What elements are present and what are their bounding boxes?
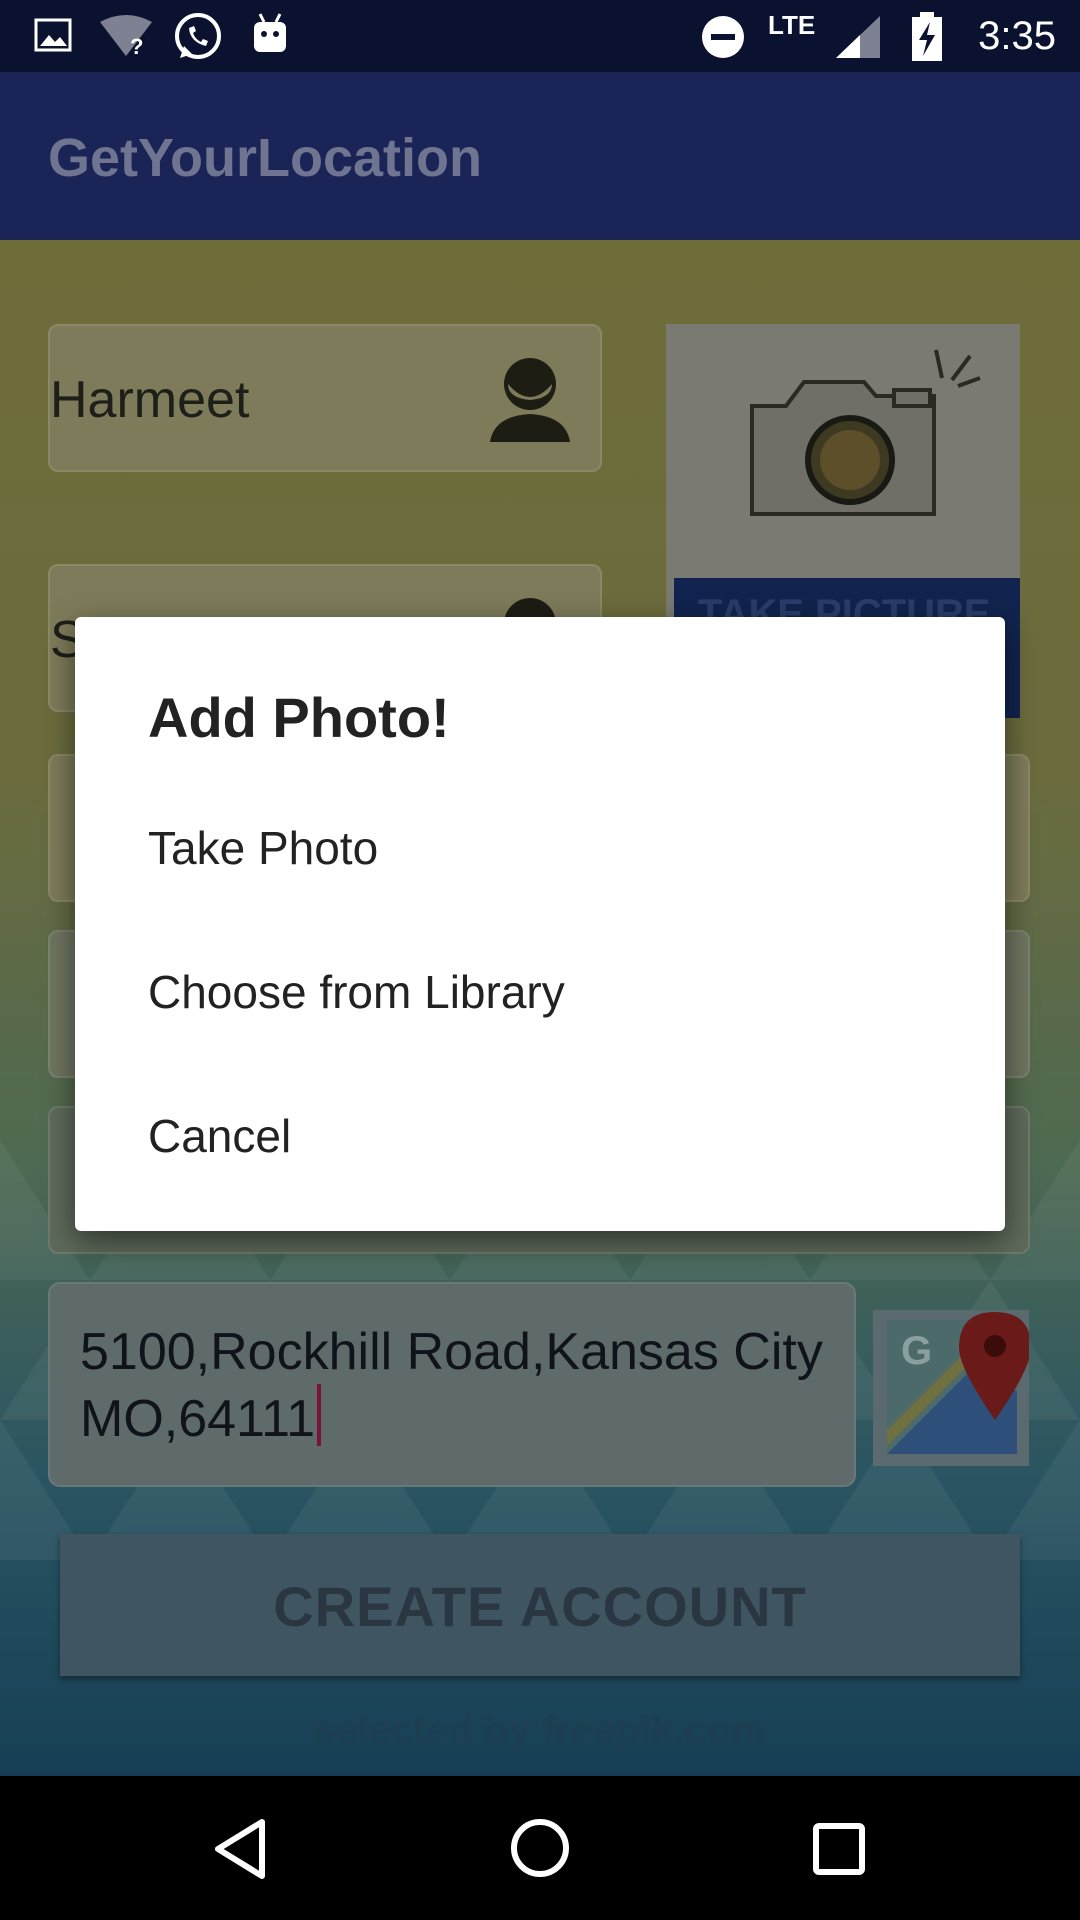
first-name-value: Harmeet [50,371,250,429]
address-line-2-text: MO,64111 [80,1390,316,1448]
status-bar: ? LTE 3:35 [0,0,1080,72]
option-choose-from-library[interactable]: Choose from Library [148,965,928,1019]
recents-button[interactable] [740,1776,940,1920]
home-button[interactable] [440,1776,640,1920]
network-type: LTE [768,10,816,40]
clock: 3:35 [978,14,1056,58]
attribution-text: selected by freepik.com [313,1708,767,1752]
back-icon [215,1819,265,1879]
app-bar: GetYourLocation [0,72,1080,240]
text-cursor [317,1384,322,1446]
svg-text:G: G [901,1329,932,1373]
battery-charging-icon [912,12,942,61]
camera-icon [750,349,981,516]
back-button[interactable] [140,1776,340,1920]
create-account-label: CREATE ACCOUNT [273,1575,807,1638]
app-title: GetYourLocation [48,128,483,188]
home-icon [511,1819,569,1877]
signal-icon [836,16,880,58]
image-icon [34,18,72,52]
svg-text:?: ? [130,34,143,58]
address-line-2: MO,64111 [80,1384,322,1449]
wifi-unknown-icon: ? [100,15,152,58]
address-field[interactable]: 5100,Rockhill Road,Kansas City MO,64111 [48,1282,856,1487]
google-maps-button[interactable]: G [873,1310,1031,1466]
option-cancel[interactable]: Cancel [148,1109,928,1163]
person-icon [490,358,570,442]
option-take-photo[interactable]: Take Photo [148,821,928,875]
android-debug-icon [254,13,286,52]
address-line-1: 5100,Rockhill Road,Kansas City [80,1323,823,1381]
whatsapp-icon [175,13,221,59]
navigation-bar [0,1776,1080,1920]
create-account-button[interactable]: CREATE ACCOUNT [60,1534,1020,1676]
first-name-field[interactable]: Harmeet [48,324,602,472]
do-not-disturb-icon [702,16,744,58]
add-photo-dialog: Add Photo! Take Photo Choose from Librar… [75,617,1005,1231]
google-maps-icon: G [887,1312,1031,1454]
recents-icon [813,1823,865,1875]
dialog-title: Add Photo! [148,686,450,749]
